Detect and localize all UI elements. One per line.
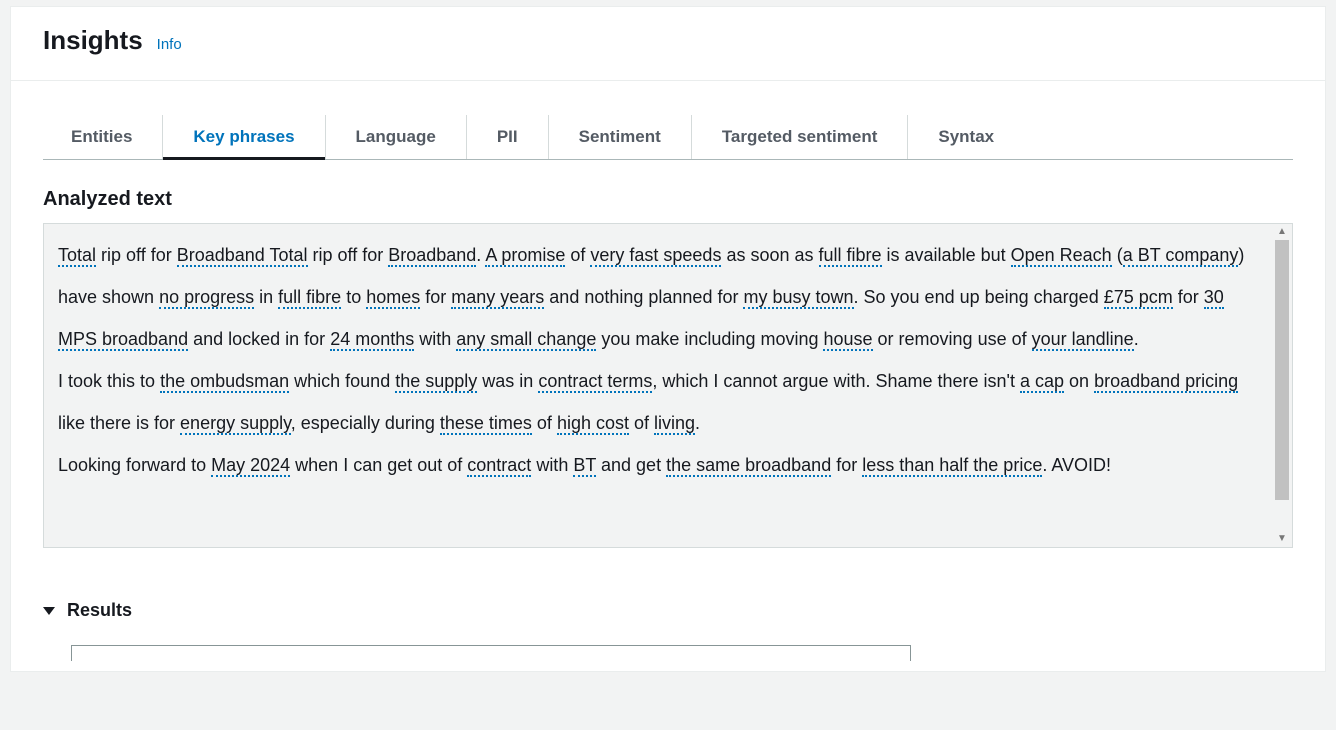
results-section: Results — [11, 560, 1325, 671]
panel-header: Insights Info — [11, 7, 1325, 81]
key-phrase[interactable]: broadband pricing — [1094, 371, 1238, 393]
results-heading: Results — [67, 600, 132, 621]
key-phrase[interactable]: my busy town — [743, 287, 853, 309]
results-table — [71, 645, 911, 661]
tab-key-phrases[interactable]: Key phrases — [163, 115, 325, 159]
text-run: Looking forward to — [58, 455, 211, 475]
key-phrase[interactable]: these times — [440, 413, 532, 435]
text-run: for — [831, 455, 862, 475]
key-phrase[interactable]: May 2024 — [211, 455, 290, 477]
tab-sentiment[interactable]: Sentiment — [549, 115, 692, 159]
key-phrase[interactable]: BT — [573, 455, 596, 477]
text-run: . — [476, 245, 485, 265]
text-run: . — [1134, 329, 1139, 349]
key-phrase[interactable]: high cost — [557, 413, 629, 435]
key-phrase[interactable]: a BT company — [1123, 245, 1239, 267]
text-run: and locked in for — [188, 329, 330, 349]
tab-pii[interactable]: PII — [467, 115, 549, 159]
text-run: rip off for — [308, 245, 389, 265]
analyzed-section: Analyzed text Total rip off for Broadban… — [11, 160, 1325, 560]
key-phrase[interactable]: any small change — [456, 329, 596, 351]
tab-language[interactable]: Language — [326, 115, 467, 159]
key-phrase[interactable]: Open Reach — [1011, 245, 1112, 267]
analyzed-text-heading: Analyzed text — [43, 188, 1293, 211]
scrollbar[interactable]: ▲ ▼ — [1272, 224, 1292, 547]
results-toggle[interactable]: Results — [43, 600, 1293, 621]
text-run: , which I cannot argue with. Shame there… — [652, 371, 1020, 391]
text-run: I took this to — [58, 371, 160, 391]
key-phrase[interactable]: less than half the price — [862, 455, 1042, 477]
text-run: ( — [1112, 245, 1123, 265]
text-run: for — [420, 287, 451, 307]
text-run: of — [629, 413, 654, 433]
tabs-container: EntitiesKey phrasesLanguagePIISentimentT… — [11, 115, 1325, 160]
scroll-thumb[interactable] — [1275, 240, 1289, 500]
text-run: rip off for — [96, 245, 177, 265]
tab-targeted-sentiment[interactable]: Targeted sentiment — [692, 115, 909, 159]
text-run: in — [254, 287, 278, 307]
insights-panel: Insights Info EntitiesKey phrasesLanguag… — [10, 6, 1326, 672]
key-phrase[interactable]: the ombudsman — [160, 371, 289, 393]
text-run: when I can get out of — [290, 455, 467, 475]
text-run: of — [565, 245, 590, 265]
info-link[interactable]: Info — [157, 36, 182, 53]
key-phrase[interactable]: many years — [451, 287, 544, 309]
text-run: which found — [289, 371, 395, 391]
page-title: Insights — [43, 25, 143, 56]
text-run: . So you end up being charged — [854, 287, 1104, 307]
tab-entities[interactable]: Entities — [43, 115, 163, 159]
key-phrase[interactable]: house — [823, 329, 872, 351]
text-run: you make including moving — [596, 329, 823, 349]
tab-syntax[interactable]: Syntax — [908, 115, 1024, 159]
text-run: like there is for — [58, 413, 180, 433]
text-run: , especially during — [291, 413, 440, 433]
key-phrase[interactable]: contract terms — [538, 371, 652, 393]
key-phrase[interactable]: A promise — [485, 245, 565, 267]
key-phrase[interactable]: a cap — [1020, 371, 1064, 393]
key-phrase[interactable]: 24 months — [330, 329, 414, 351]
key-phrase[interactable]: no progress — [159, 287, 254, 309]
text-run: was in — [477, 371, 538, 391]
scroll-down-icon[interactable]: ▼ — [1277, 531, 1287, 547]
text-run: . — [695, 413, 700, 433]
analyzed-text-content: Total rip off for Broadband Total rip of… — [44, 224, 1272, 547]
text-run: is available but — [882, 245, 1011, 265]
key-phrase[interactable]: £75 pcm — [1104, 287, 1173, 309]
key-phrase[interactable]: your landline — [1032, 329, 1134, 351]
tabs: EntitiesKey phrasesLanguagePIISentimentT… — [43, 115, 1293, 160]
text-run: for — [1173, 287, 1204, 307]
key-phrase[interactable]: Broadband — [388, 245, 476, 267]
key-phrase[interactable]: full fibre — [819, 245, 882, 267]
key-phrase[interactable]: energy supply — [180, 413, 291, 435]
analyzed-text-box: Total rip off for Broadband Total rip of… — [43, 223, 1293, 548]
text-run: with — [531, 455, 573, 475]
text-run: and nothing planned for — [544, 287, 743, 307]
key-phrase[interactable]: the same broadband — [666, 455, 831, 477]
text-run: as soon as — [721, 245, 818, 265]
text-run: to — [341, 287, 366, 307]
key-phrase[interactable]: very fast speeds — [590, 245, 721, 267]
key-phrase[interactable]: living — [654, 413, 695, 435]
key-phrase[interactable]: Total — [58, 245, 96, 267]
text-run: of — [532, 413, 557, 433]
key-phrase[interactable]: contract — [467, 455, 531, 477]
scroll-up-icon[interactable]: ▲ — [1277, 224, 1287, 240]
key-phrase[interactable]: homes — [366, 287, 420, 309]
key-phrase[interactable]: full fibre — [278, 287, 341, 309]
text-run: or removing use of — [873, 329, 1032, 349]
text-run: on — [1064, 371, 1094, 391]
key-phrase[interactable]: Broadband Total — [177, 245, 308, 267]
key-phrase[interactable]: the supply — [395, 371, 477, 393]
caret-down-icon — [43, 607, 55, 615]
text-run: . AVOID! — [1042, 455, 1111, 475]
text-run: and get — [596, 455, 666, 475]
text-run: with — [414, 329, 456, 349]
